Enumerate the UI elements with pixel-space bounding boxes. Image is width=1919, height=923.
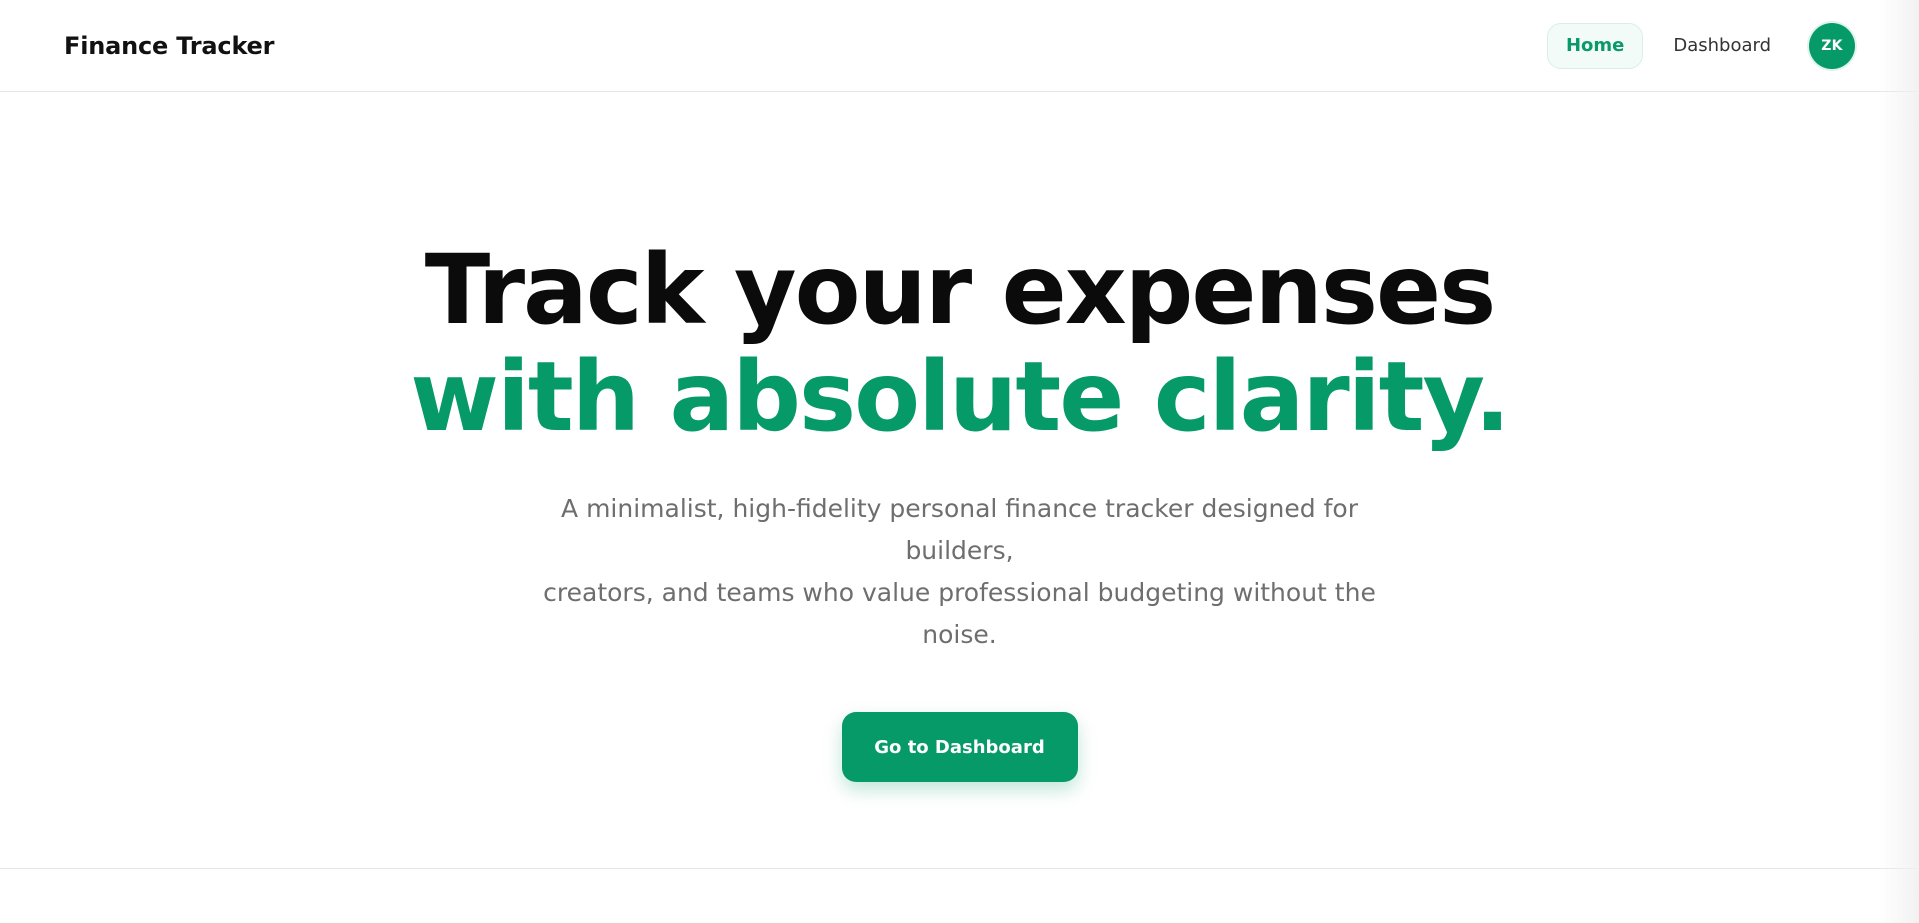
go-to-dashboard-button[interactable]: Go to Dashboard bbox=[841, 712, 1078, 782]
user-avatar[interactable]: ZK bbox=[1809, 22, 1855, 69]
brand-title[interactable]: Finance Tracker bbox=[64, 32, 274, 60]
app-root: Finance Tracker Home Dashboard ZK Track … bbox=[0, 0, 1919, 923]
go-to-dashboard-label: Go to Dashboard bbox=[874, 736, 1045, 758]
bottom-divider bbox=[0, 868, 1919, 869]
nav-home-link[interactable]: Home bbox=[1546, 22, 1644, 69]
hero-section: Track your expenses with absolute clarit… bbox=[0, 92, 1919, 868]
hero-headline-line-1: Track your expenses bbox=[424, 234, 1496, 346]
primary-navigation: Home Dashboard ZK bbox=[1546, 22, 1855, 69]
nav-home-label: Home bbox=[1565, 35, 1625, 56]
hero-subtext-line-2: creators, and teams who value profession… bbox=[543, 578, 1376, 649]
avatar-initials: ZK bbox=[1821, 37, 1843, 54]
top-navbar: Finance Tracker Home Dashboard ZK bbox=[0, 0, 1919, 92]
hero-subtext-line-1: A minimalist, high-fidelity personal fin… bbox=[561, 494, 1358, 565]
hero-headline-line-2: with absolute clarity. bbox=[410, 341, 1510, 453]
hero-subtext: A minimalist, high-fidelity personal fin… bbox=[510, 488, 1410, 656]
nav-dashboard-link[interactable]: Dashboard bbox=[1671, 23, 1773, 69]
nav-dashboard-label: Dashboard bbox=[1673, 35, 1771, 56]
